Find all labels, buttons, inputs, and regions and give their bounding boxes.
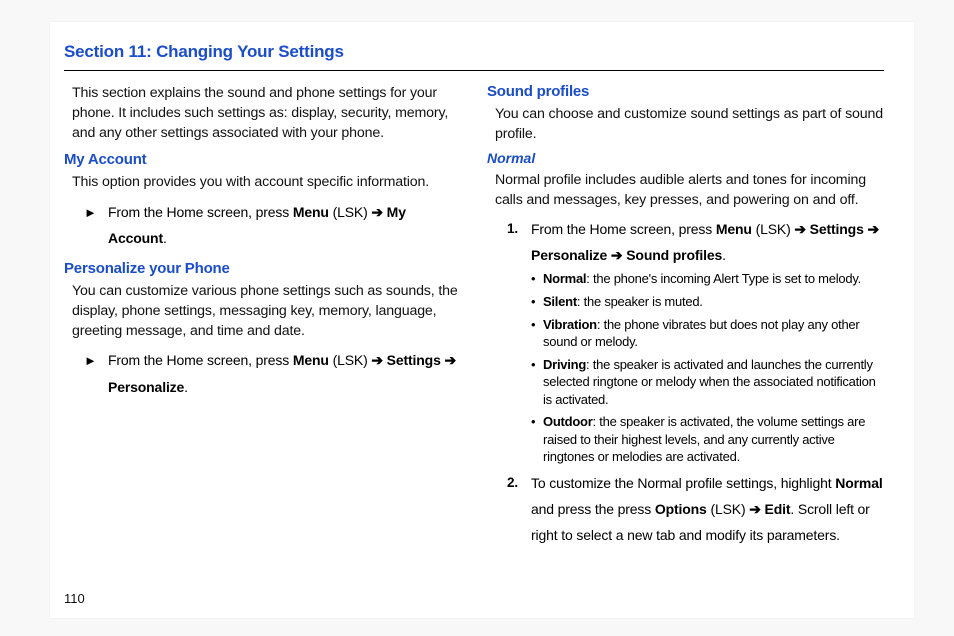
step-number: 2. [507,471,518,496]
personalize-label: Personalize [531,247,611,263]
period: . [163,230,167,246]
my-account-body: This option provides you with account sp… [64,172,461,192]
bullet-text: : the phone's incoming Alert Type is set… [586,271,861,286]
period: . [722,247,726,263]
bullet-label: Silent [543,294,577,309]
section-title: Section 11: Changing Your Settings [64,42,884,62]
bullet-driving: Driving: the speaker is activated and la… [531,356,884,409]
lsk-text: (LSK) [329,204,372,220]
step-text: From the Home screen, press [531,221,716,237]
options-label: Options [655,501,707,517]
step-1: 1. From the Home screen, press Menu (LSK… [531,217,884,269]
bullet-normal: Normal: the phone's incoming Alert Type … [531,270,884,288]
settings-label: Settings [806,221,868,237]
personalize-label: Personalize [108,379,184,395]
bullet-label: Outdoor [543,414,593,429]
sound-profiles-label: Sound profiles [623,247,723,263]
triangle-icon: ► [84,349,97,374]
menu-label: Menu [716,221,752,237]
step-text: and press the press [531,501,655,517]
arrow-icon: ➔ [749,501,761,517]
sound-profiles-body: You can choose and customize sound setti… [487,104,884,144]
bullet-label: Normal [543,271,586,286]
bullet-text: : the speaker is muted. [577,294,703,309]
bullet-label: Vibration [543,317,597,332]
lsk-text: (LSK) [752,221,795,237]
lsk-text: (LSK) [707,501,750,517]
intro-text: This section explains the sound and phon… [64,83,461,143]
personalize-body: You can customize various phone settings… [64,281,461,341]
personalize-step: ► From the Home screen, press Menu (LSK)… [108,347,461,400]
menu-label: Menu [293,352,329,368]
settings-label: Settings [383,352,445,368]
manual-page: Section 11: Changing Your Settings This … [50,22,914,618]
arrow-icon: ➔ [794,221,806,237]
step-2: 2. To customize the Normal profile setti… [531,471,884,549]
personalize-heading: Personalize your Phone [64,260,461,277]
arrow-icon: ➔ [371,352,383,368]
right-column: Sound profiles You can choose and custom… [487,83,884,549]
my-account-heading: My Account [64,151,461,168]
arrow-icon: ➔ [867,221,879,237]
edit-label: Edit [761,501,791,517]
bullet-text: : the speaker is activated and launches … [543,357,876,407]
page-number: 110 [64,591,85,606]
step-number: 1. [507,217,518,242]
arrow-icon: ➔ [444,352,456,368]
triangle-icon: ► [84,201,97,226]
profile-bullets: Normal: the phone's incoming Alert Type … [531,270,884,465]
two-columns: This section explains the sound and phon… [64,83,884,549]
lsk-text: (LSK) [329,352,372,368]
step-text: To customize the Normal profile settings… [531,475,835,491]
normal-label: Normal [835,475,882,491]
normal-body: Normal profile includes audible alerts a… [487,170,884,210]
bullet-silent: Silent: the speaker is muted. [531,293,884,311]
sound-profiles-heading: Sound profiles [487,83,884,100]
period: . [184,379,188,395]
divider [64,70,884,71]
menu-label: Menu [293,204,329,220]
bullet-label: Driving [543,357,586,372]
normal-heading: Normal [487,150,884,166]
arrow-icon: ➔ [371,204,383,220]
bullet-outdoor: Outdoor: the speaker is activated, the v… [531,413,884,466]
bullet-vibration: Vibration: the phone vibrates but does n… [531,316,884,351]
my-account-step: ► From the Home screen, press Menu (LSK)… [108,199,461,252]
left-column: This section explains the sound and phon… [64,83,461,549]
arrow-icon: ➔ [611,247,623,263]
step-text: From the Home screen, press [108,204,293,220]
step-text: From the Home screen, press [108,352,293,368]
